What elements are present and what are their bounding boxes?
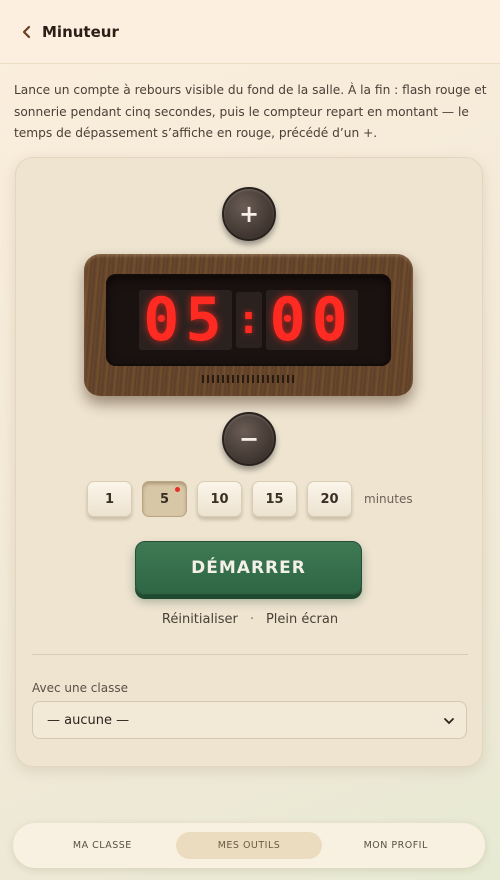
page-title: Minuteur	[42, 22, 119, 41]
nav-item-ma-classe[interactable]: MA CLASSE	[29, 832, 176, 859]
timer-description: Lance un compte à rebours visible du fon…	[14, 83, 487, 140]
class-select[interactable]: — aucune —	[32, 701, 467, 739]
action-separator: ·	[249, 612, 254, 627]
decrease-time-button[interactable]: −	[222, 412, 276, 466]
start-button[interactable]: DÉMARRER	[135, 541, 362, 595]
preset-15-button[interactable]: 15	[252, 481, 297, 517]
speaker-grille	[202, 375, 294, 383]
timer-colon: :	[235, 292, 262, 348]
preset-label: 1	[104, 491, 115, 507]
plus-icon: +	[238, 200, 260, 228]
preset-10-button[interactable]: 10	[197, 481, 242, 517]
preset-label: 5	[159, 491, 170, 507]
preset-label: 10	[210, 491, 229, 507]
nav-label: MES OUTILS	[217, 840, 281, 851]
bottom-nav: MA CLASSE MES OUTILS MON PROFIL	[13, 823, 485, 868]
preset-1-button[interactable]: 1	[87, 481, 132, 517]
preset-5-button[interactable]: 5	[142, 481, 187, 517]
preset-label: 15	[265, 491, 284, 507]
class-picker-label: Avec une classe	[32, 681, 128, 695]
nav-label: MA CLASSE	[72, 840, 132, 851]
reset-link[interactable]: Réinitialiser	[162, 612, 238, 627]
timer-display: 05 : 00	[106, 274, 391, 366]
presets-unit-label: minutes	[364, 492, 413, 506]
secondary-actions: Réinitialiser · Plein écran	[0, 612, 500, 627]
preset-buttons: 1 5 10 15 20 minutes	[87, 481, 413, 517]
increase-time-button[interactable]: +	[222, 187, 276, 241]
card-divider	[32, 654, 468, 655]
timer-seconds: 00	[265, 290, 358, 350]
class-select-value: — aucune —	[47, 712, 130, 728]
nav-label: MON PROFIL	[363, 840, 428, 851]
preset-label: 20	[320, 491, 339, 507]
header-bar: Minuteur	[0, 0, 500, 64]
chevron-left-icon[interactable]	[18, 23, 36, 41]
chevron-down-icon	[444, 718, 454, 725]
minus-icon: −	[238, 425, 260, 453]
nav-item-mes-outils[interactable]: MES OUTILS	[175, 832, 323, 859]
fullscreen-link[interactable]: Plein écran	[266, 612, 338, 627]
timer-clock: 05 : 00	[84, 254, 413, 396]
nav-item-mon-profil[interactable]: MON PROFIL	[322, 832, 469, 859]
preset-20-button[interactable]: 20	[307, 481, 352, 517]
timer-minutes: 05	[139, 290, 232, 350]
active-dot	[175, 487, 180, 492]
